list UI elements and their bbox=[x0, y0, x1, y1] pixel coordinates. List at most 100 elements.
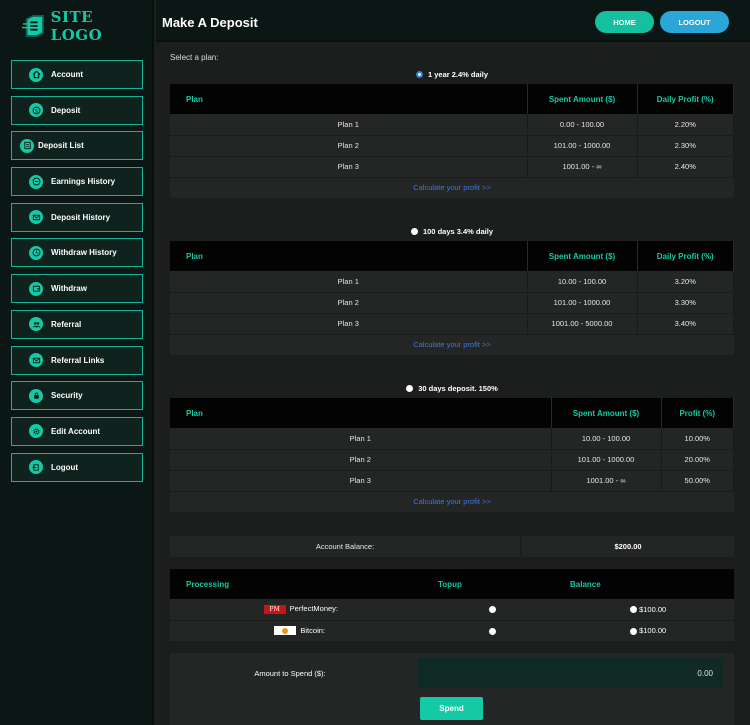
profit-cell: 3.30% bbox=[637, 292, 734, 314]
topup-cell bbox=[438, 599, 570, 621]
sidebar-item-account[interactable]: Account bbox=[11, 60, 143, 89]
amount-cell: 0.00 - 100.00 bbox=[527, 114, 638, 136]
sidebar-item-label: Referral Links bbox=[51, 355, 105, 365]
plan-option[interactable]: 1 year 2.4% daily bbox=[170, 64, 734, 84]
link-icon bbox=[29, 353, 43, 367]
plan-radio[interactable] bbox=[410, 227, 418, 235]
table-row: Plan 3 1001.00 - ∞ 2.40% bbox=[170, 156, 734, 178]
profit-cell: 2.20% bbox=[637, 114, 734, 136]
sidebar-item-label: Logout bbox=[51, 462, 79, 472]
sidebar-item-logout[interactable]: Logout bbox=[11, 452, 143, 482]
plan-radio-selected[interactable] bbox=[415, 70, 423, 78]
amount-cell: 1001.00 - ∞ bbox=[551, 470, 662, 492]
sidebar-item-withdraw[interactable]: Withdraw bbox=[11, 274, 143, 304]
topup-radio[interactable] bbox=[489, 606, 496, 614]
amount-cell: 1001.00 - 5000.00 bbox=[527, 313, 638, 335]
column-header: Topup bbox=[438, 569, 570, 599]
sidebar-item-label: Deposit List bbox=[38, 141, 84, 151]
spend-row: Spend bbox=[170, 693, 734, 725]
plan-name: 1 year 2.4% daily bbox=[427, 69, 489, 79]
table-row: Plan 2 101.00 - 1000.00 20.00% bbox=[170, 449, 734, 471]
processing-table: Processing Topup Balance PM PerfectMoney:… bbox=[170, 569, 734, 642]
plan-option[interactable]: 100 days 3.4% daily bbox=[170, 221, 734, 241]
processor-cell: PM PerfectMoney: bbox=[170, 599, 438, 621]
sidebar-item-withdraw-history[interactable]: Withdraw History bbox=[11, 238, 143, 268]
plan-cell: Plan 3 bbox=[170, 313, 528, 335]
sidebar-item-deposit-list[interactable]: Deposit List bbox=[11, 131, 143, 161]
sidebar-item-referral-links[interactable]: Referral Links bbox=[11, 345, 143, 375]
home-icon bbox=[29, 67, 43, 82]
plan-block-1: 1 year 2.4% daily Plan Spent Amount ($) … bbox=[170, 64, 734, 198]
processor-cell: Bitcoin: bbox=[170, 620, 438, 642]
column-header: Spent Amount ($) bbox=[527, 241, 638, 271]
profit-cell: 2.40% bbox=[637, 156, 734, 178]
page-title: Make A Deposit bbox=[162, 15, 258, 30]
plan-cell: Plan 1 bbox=[170, 114, 528, 136]
sidebar-item-label: Account bbox=[51, 70, 83, 79]
column-header: Plan bbox=[170, 241, 528, 271]
column-header: Spent Amount ($) bbox=[551, 398, 662, 428]
sidebar-item-deposit-history[interactable]: Deposit History bbox=[11, 202, 143, 232]
processor-name: PerfectMoney: bbox=[289, 604, 338, 614]
amount-cell: 1001.00 - ∞ bbox=[527, 156, 638, 178]
amount-cell: 101.00 - 1000.00 bbox=[527, 135, 638, 157]
balance-radio[interactable] bbox=[630, 627, 637, 635]
amount-cell: 101.00 - 1000.00 bbox=[551, 449, 662, 471]
table-row: Plan 3 1001.00 - 5000.00 3.40% bbox=[170, 313, 734, 335]
plan-option[interactable]: 30 days deposit. 150% bbox=[170, 378, 734, 398]
profit-cell: 2.30% bbox=[637, 135, 734, 157]
plan-radio[interactable] bbox=[406, 384, 414, 392]
plan-cell: Plan 3 bbox=[170, 470, 552, 492]
money-icon bbox=[29, 174, 43, 189]
sidebar-item-security[interactable]: Security bbox=[11, 381, 143, 411]
sidebar-item-label: Deposit bbox=[51, 105, 81, 115]
perfectmoney-icon: PM bbox=[263, 605, 286, 614]
sidebar-item-referral[interactable]: Referral bbox=[11, 309, 143, 339]
column-header: Daily Profit (%) bbox=[637, 241, 734, 271]
processor-balance: $100.00 bbox=[639, 626, 667, 635]
topup-radio[interactable] bbox=[489, 627, 496, 635]
sidebar-item-label: Withdraw History bbox=[51, 248, 117, 258]
balance-value: $200.00 bbox=[614, 542, 642, 551]
select-plan-label: Select a plan: bbox=[170, 53, 219, 62]
sidebar-item-earnings-history[interactable]: Earnings History bbox=[11, 167, 143, 197]
table-row: Plan 1 10.00 - 100.00 10.00% bbox=[170, 428, 734, 450]
svg-text:$: $ bbox=[34, 108, 37, 114]
profit-cell: 10.00% bbox=[661, 428, 734, 450]
plan-cell: Plan 1 bbox=[170, 271, 528, 293]
logout-button[interactable]: LOGOUT bbox=[660, 11, 729, 33]
plan-cell: Plan 3 bbox=[170, 156, 528, 178]
home-button[interactable]: HOME bbox=[595, 11, 654, 33]
sidebar-item-edit-account[interactable]: Edit Account bbox=[11, 416, 143, 446]
calculate-profit-link[interactable]: Calculate your profit >> bbox=[170, 177, 734, 198]
calculate-profit-link[interactable]: Calculate your profit >> bbox=[170, 491, 734, 512]
calculate-profit-link[interactable]: Calculate your profit >> bbox=[170, 334, 734, 355]
mail-icon bbox=[29, 210, 43, 225]
processor-name: Bitcoin: bbox=[300, 625, 325, 635]
logo-text: SITE LOGO bbox=[50, 8, 103, 44]
sidebar-item-label: Earnings History bbox=[51, 177, 116, 187]
site-logo[interactable]: SITE LOGO bbox=[22, 8, 142, 44]
plan-name: 100 days 3.4% daily bbox=[422, 226, 494, 236]
profit-cell: 50.00% bbox=[661, 470, 734, 492]
balance-radio[interactable] bbox=[630, 606, 637, 614]
table-row: Plan 1 0.00 - 100.00 2.20% bbox=[170, 114, 734, 136]
spend-button[interactable]: Spend bbox=[420, 697, 483, 720]
amount-cell: 10.00 - 100.00 bbox=[551, 428, 662, 450]
amount-cell: 101.00 - 1000.00 bbox=[527, 292, 638, 314]
topup-cell bbox=[438, 620, 570, 642]
sidebar-item-label: Referral bbox=[51, 319, 82, 329]
sidebar-item-deposit[interactable]: $ Deposit bbox=[11, 95, 143, 125]
amount-row: Amount to Spend ($): bbox=[170, 653, 734, 693]
sidebar-item-label: Deposit History bbox=[51, 212, 111, 222]
column-header: Plan bbox=[170, 398, 552, 428]
bitcoin-icon bbox=[274, 626, 297, 636]
table-row: Plan 3 1001.00 - ∞ 50.00% bbox=[170, 470, 734, 492]
amount-input[interactable] bbox=[418, 658, 723, 688]
sidebar-menu: Account $ Deposit Deposit List Earnings … bbox=[11, 60, 143, 488]
gear-icon bbox=[29, 424, 43, 439]
sidebar-item-label: Edit Account bbox=[51, 426, 101, 436]
plan-cell: Plan 1 bbox=[170, 428, 552, 450]
plan-table: Plan Spent Amount ($) Profit (%) Plan 1 … bbox=[170, 398, 734, 492]
profit-cell: 3.20% bbox=[637, 271, 734, 293]
